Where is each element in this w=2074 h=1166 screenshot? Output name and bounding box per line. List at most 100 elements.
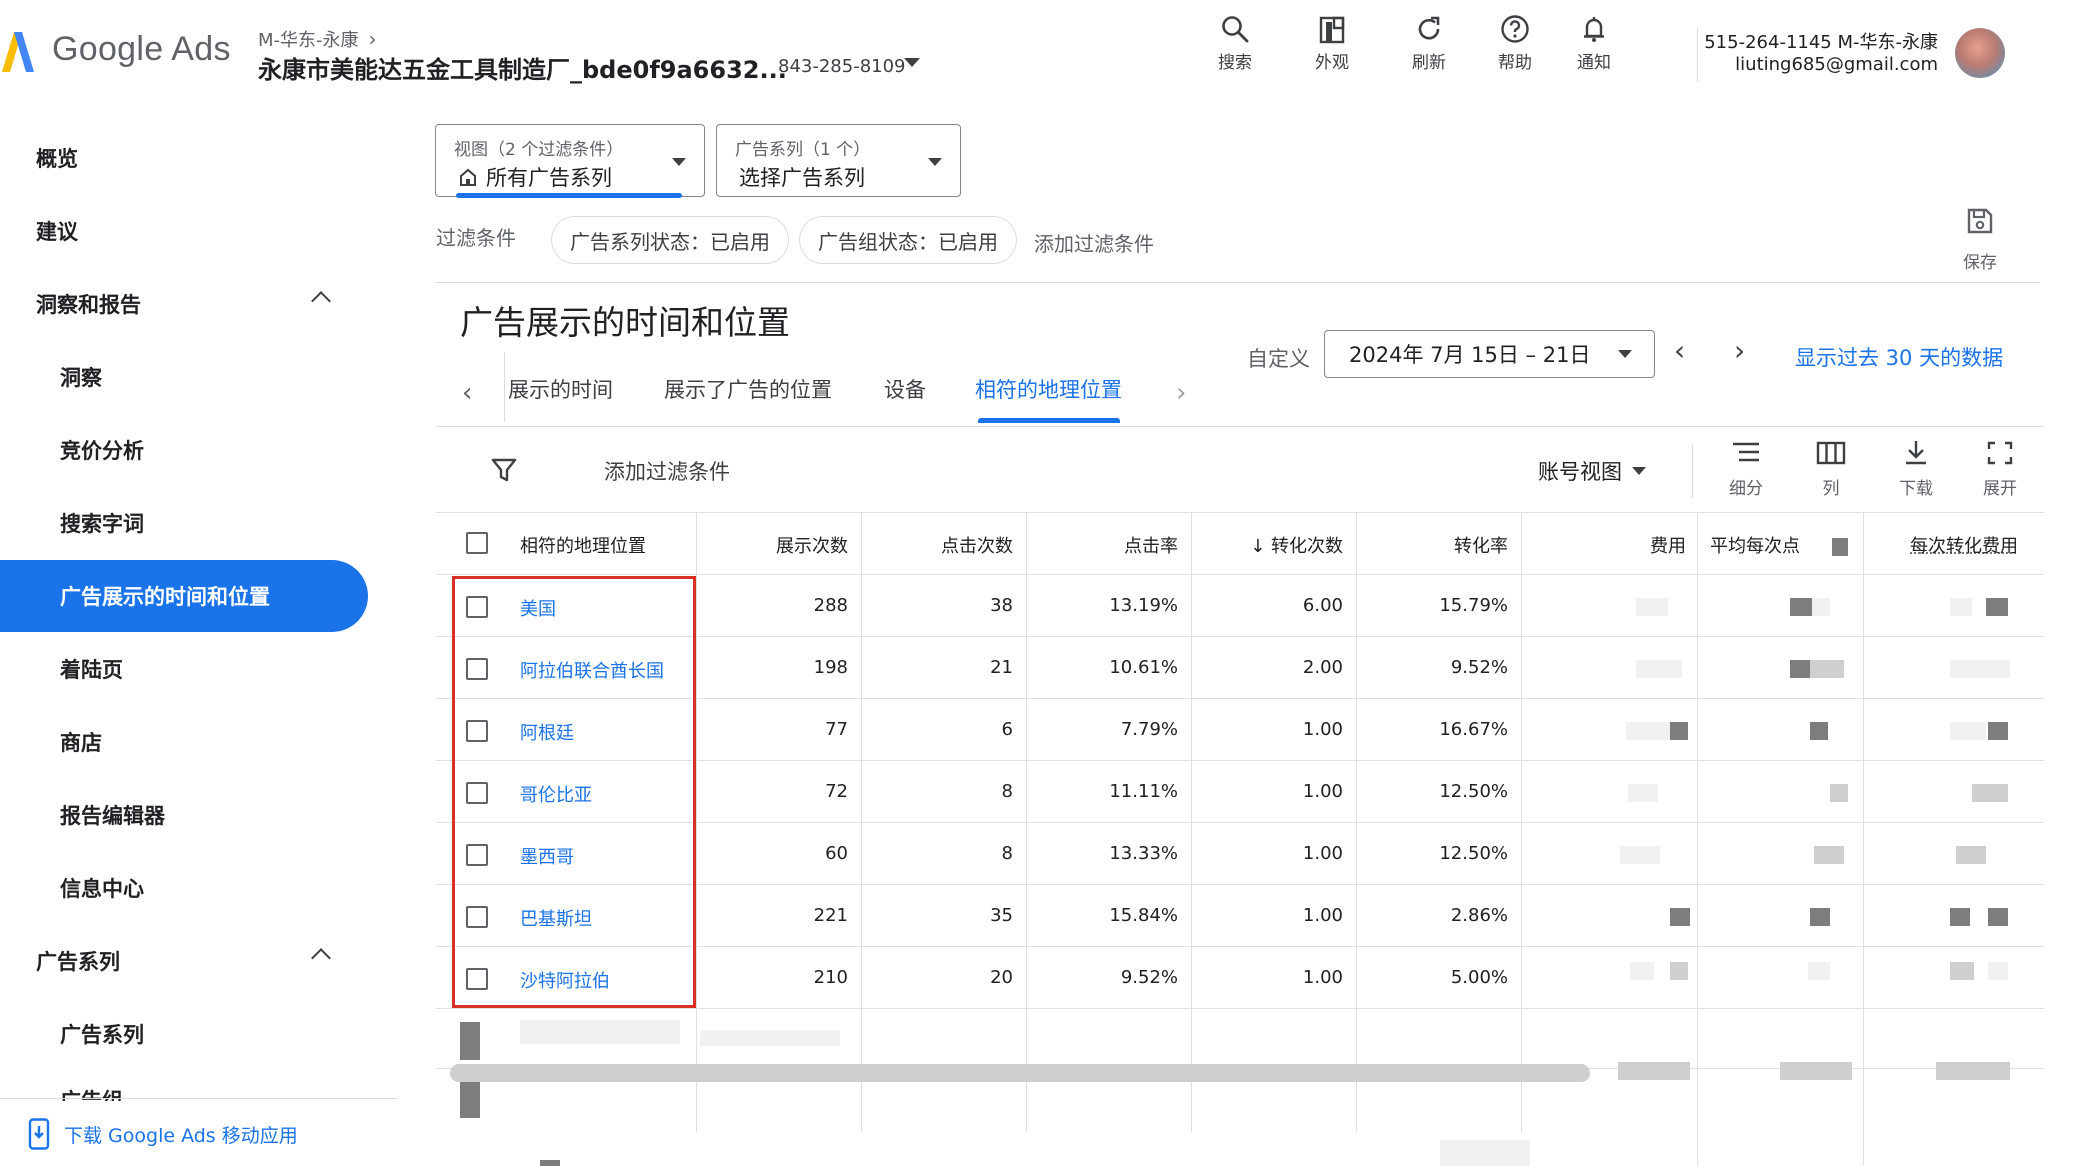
segment-button[interactable]: 细分 (1716, 440, 1776, 499)
account-dropdown-icon[interactable] (904, 58, 920, 67)
column-header-cost-per-conv[interactable]: 每次转化费用 (1870, 532, 2018, 558)
sidebar-item-auction-insights[interactable]: 竞价分析 (0, 414, 368, 486)
redacted-block (1956, 846, 1986, 864)
redacted-block (1636, 660, 1682, 678)
tab-where-shown[interactable]: 展示了广告的位置 (664, 374, 832, 404)
column-header-cost[interactable]: 费用 (1590, 532, 1686, 558)
sidebar-item-label: 搜索字词 (60, 512, 144, 536)
search-icon (1222, 16, 1249, 43)
tab-when-shown[interactable]: 展示的时间 (508, 374, 613, 404)
sidebar-item-insights-reports[interactable]: 洞察和报告 (0, 268, 368, 340)
chevron-down-icon (672, 158, 686, 166)
date-prev-icon[interactable]: ‹ (1674, 334, 1685, 367)
sidebar-item-store[interactable]: 商店 (0, 706, 368, 778)
sidebar-item-landing-pages[interactable]: 着陆页 (0, 633, 368, 705)
account-name[interactable]: 永康市美能达五金工具制造厂_bde0f9a6632... (258, 50, 787, 85)
filter-chip-campaign-status[interactable]: 广告系列状态：已启用 (551, 216, 789, 264)
sidebar-item-label: 概览 (36, 147, 78, 171)
cell-conv-rate: 5.00% (1450, 967, 1508, 988)
appearance-tool-button[interactable]: 外观 (1297, 14, 1367, 73)
view-selector[interactable]: 视图（2 个过滤条件） 所有广告系列 (435, 124, 705, 198)
cell-clicks: 35 (990, 905, 1013, 926)
refresh-tool-button[interactable]: 刷新 (1394, 14, 1464, 73)
sidebar-item-search-terms[interactable]: 搜索字词 (0, 487, 368, 559)
save-view-button[interactable]: 保存 (1956, 206, 2004, 273)
filter-funnel-icon[interactable] (490, 456, 518, 484)
avatar[interactable] (1955, 28, 2005, 78)
appearance-tool-label: 外观 (1315, 53, 1349, 73)
cell-conv-rate: 15.79% (1439, 595, 1508, 616)
date-range-picker[interactable]: 2024年 7月 15日 – 21日 (1324, 330, 1655, 378)
redacted-block (1630, 962, 1654, 980)
sidebar-item-report-editor[interactable]: 报告编辑器 (0, 779, 368, 851)
expand-label: 展开 (1983, 479, 2017, 499)
search-tool-button[interactable]: 搜索 (1200, 14, 1270, 73)
header-divider (1697, 28, 1698, 82)
show-last-30-days-link[interactable]: 显示过去 30 天的数据 (1795, 342, 2003, 372)
notifications-tool-button[interactable]: 通知 (1559, 14, 1629, 73)
help-tool-button[interactable]: 帮助 (1480, 14, 1550, 73)
column-header-location[interactable]: 相符的地理位置 (520, 532, 646, 558)
sidebar-item-recommendations[interactable]: 建议 (0, 195, 368, 267)
redacted-block (1988, 722, 2008, 740)
account-id[interactable]: 843-285-8109 (778, 56, 906, 77)
redacted-block (1950, 908, 1970, 926)
columns-button[interactable]: 列 (1801, 440, 1861, 499)
redacted-block (1670, 962, 1688, 980)
column-header-impressions[interactable]: 展示次数 (700, 532, 848, 558)
tab-matched-locations[interactable]: 相符的地理位置 (975, 374, 1122, 404)
download-button[interactable]: 下载 (1886, 440, 1946, 499)
cell-impressions: 77 (825, 719, 848, 740)
cell-impressions: 60 (825, 843, 848, 864)
account-view-dropdown[interactable]: 账号视图 (1538, 456, 1646, 486)
column-header-ctr[interactable]: 点击率 (1030, 532, 1178, 558)
redacted-block (1830, 784, 1848, 802)
sidebar-item-campaigns-section[interactable]: 广告系列 (0, 925, 368, 997)
top-header: Google Ads M-华东-永康 › 永康市美能达五金工具制造厂_bde0f9… (0, 0, 2050, 110)
cell-conversions: 1.00 (1302, 843, 1343, 864)
chevron-up-icon (311, 291, 331, 311)
sidebar-item-label: 商店 (60, 731, 102, 755)
tabs-prev-icon[interactable]: ‹ (462, 378, 472, 408)
campaign-selector-caption: 广告系列（1 个） (735, 140, 871, 160)
select-all-checkbox[interactable] (466, 532, 488, 554)
expand-button[interactable]: 展开 (1970, 440, 2030, 499)
column-header-avg-cpc[interactable]: 平均每次点 (1710, 532, 1838, 558)
sidebar-item-label: 广告展示的时间和位置 (60, 585, 270, 609)
sidebar-item-ad-groups[interactable]: 广告组 (0, 1071, 368, 1101)
tabs-next-icon[interactable]: › (1176, 378, 1186, 408)
table-add-filter-link[interactable]: 添加过滤条件 (604, 456, 730, 486)
redacted-block (1832, 538, 1848, 556)
download-icon (1906, 441, 1926, 465)
sidebar-item-dashboards[interactable]: 信息中心 (0, 852, 368, 924)
redacted-block (1950, 660, 2010, 678)
redacted-block (1670, 722, 1688, 740)
account-view-label: 账号视图 (1538, 460, 1622, 484)
chevron-down-icon (1618, 350, 1632, 358)
cell-conv-rate: 16.67% (1439, 719, 1508, 740)
redacted-block (1780, 1062, 1852, 1080)
date-next-icon[interactable]: › (1734, 334, 1745, 367)
column-header-clicks[interactable]: 点击次数 (865, 532, 1013, 558)
redacted-block (1618, 1062, 1690, 1080)
download-mobile-app-link[interactable]: 下载 Google Ads 移动应用 (28, 1118, 298, 1150)
cell-impressions: 221 (813, 905, 848, 926)
refresh-tool-label: 刷新 (1412, 53, 1446, 73)
sidebar-item-insights[interactable]: 洞察 (0, 341, 368, 413)
column-header-conversions[interactable]: ↓ 转化次数 (1195, 532, 1343, 558)
account-breadcrumb[interactable]: M-华东-永康 › (258, 26, 377, 52)
sidebar-item-label: 建议 (36, 220, 78, 244)
sidebar-item-overview[interactable]: 概览 (0, 122, 368, 194)
expand-icon (1987, 441, 2013, 465)
redacted-block (1950, 722, 1986, 740)
sidebar-item-when-where-ads-showed[interactable]: 广告展示的时间和位置 (0, 560, 368, 632)
column-header-conv-rate[interactable]: 转化率 (1360, 532, 1508, 558)
add-filter-link[interactable]: 添加过滤条件 (1034, 228, 1154, 257)
campaign-selector[interactable]: 广告系列（1 个） 选择广告系列 (716, 124, 961, 197)
sidebar-item-campaigns[interactable]: 广告系列 (0, 998, 368, 1070)
google-ads-logo-text: Google Ads (52, 30, 231, 68)
cell-impressions: 72 (825, 781, 848, 802)
tab-devices[interactable]: 设备 (884, 374, 926, 404)
redacted-block (700, 1030, 840, 1046)
filter-chip-adgroup-status[interactable]: 广告组状态：已启用 (799, 216, 1017, 264)
